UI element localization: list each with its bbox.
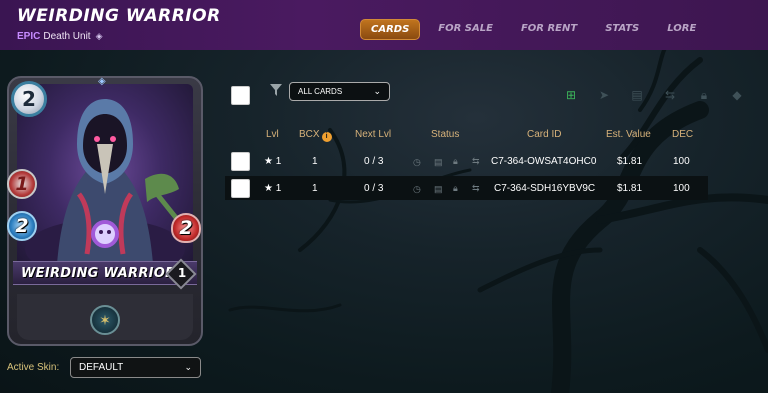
cell-dec: 100: [673, 156, 690, 167]
column-header-bcx-label: BCX: [299, 129, 320, 140]
ability-icon[interactable]: ✶: [90, 305, 120, 335]
column-header-status: Status: [431, 129, 460, 140]
cell-est-value: $1.81: [617, 156, 643, 167]
cell-lvl: ★ 1: [264, 183, 282, 194]
lock-status-icon: 🔒︎: [453, 156, 458, 166]
tab-cards[interactable]: CARDS: [360, 19, 421, 40]
diamond-icon: ◈: [95, 31, 103, 41]
melee-attack-stat: 1: [7, 169, 37, 199]
rarity-label: EPIC: [17, 31, 41, 42]
card-type-label: Death Unit: [43, 31, 91, 42]
health-stat: 2: [171, 213, 201, 243]
row-checkbox[interactable]: [231, 179, 250, 198]
card-image: ◈ 2 1 2 2 WEIRDING WARRIOR 1 ✶: [7, 76, 203, 346]
row-checkbox[interactable]: [231, 152, 250, 171]
column-header-dec: DEC: [672, 129, 694, 140]
chevron-down-icon: ⌄: [373, 86, 381, 96]
card-diamond-icon: ◈: [98, 76, 106, 87]
sell-icon[interactable]: ▤: [630, 88, 644, 102]
table-row[interactable]: ★ 1 1 0 / 3 ◷ ▤ 🔒︎ ⇆ C7-364-OWSAT4OHC0 $…: [225, 150, 708, 174]
cell-lvl: ★ 1: [264, 156, 282, 167]
tab-bar: CARDS FOR SALE FOR RENT STATS LORE: [360, 19, 714, 40]
column-header-est-value: Est. Value: [606, 129, 651, 140]
header-bar: WEIRDING WARRIOR EPIC Death Unit ◈ CARDS…: [0, 0, 768, 50]
add-card-icon[interactable]: ⊞: [564, 88, 578, 102]
column-header-lvl: Lvl: [266, 129, 279, 140]
sale-status-icon: ▤: [434, 157, 443, 167]
lock-icon[interactable]: 🔒︎: [697, 88, 711, 102]
filter-icon: [270, 84, 282, 96]
mana-cost: 2: [11, 81, 47, 117]
page-title: WEIRDING WARRIOR: [17, 6, 221, 26]
warrior-illustration: [25, 99, 185, 272]
table-row[interactable]: ★ 1 1 0 / 3 ◷ ▤ 🔒︎ ⇆ C7-364-SDH16YBV9C $…: [225, 176, 708, 200]
rent-icon[interactable]: ⇆: [663, 88, 677, 102]
column-header-next-lvl: Next Lvl: [355, 129, 392, 140]
cell-est-value: $1.81: [617, 183, 643, 194]
magic-attack-stat: 2: [7, 211, 37, 241]
lock-status-icon: 🔒︎: [453, 183, 458, 193]
skin-select-value: DEFAULT: [79, 362, 124, 373]
chevron-down-icon: ⌄: [184, 362, 192, 372]
cell-card-id[interactable]: C7-364-SDH16YBV9C: [494, 183, 595, 194]
cell-dec: 100: [673, 183, 690, 194]
column-header-card-id: Card ID: [527, 129, 562, 140]
filter-select-value: ALL CARDS: [298, 87, 343, 96]
rent-status-icon: ⇆: [472, 183, 480, 193]
tab-for-rent[interactable]: FOR RENT: [511, 19, 587, 40]
cell-next-lvl: 0 / 3: [364, 183, 384, 194]
skin-select[interactable]: DEFAULT ⌄: [70, 357, 201, 378]
clock-icon: ◷: [413, 157, 421, 167]
column-header-bcx: BCX i: [299, 129, 332, 142]
rent-status-icon: ⇆: [472, 156, 480, 166]
card-artwork: [17, 84, 193, 272]
info-icon[interactable]: i: [321, 131, 332, 142]
filter-select[interactable]: ALL CARDS ⌄: [289, 82, 390, 101]
cell-next-lvl: 0 / 3: [364, 156, 384, 167]
select-all-checkbox[interactable]: [231, 86, 250, 105]
send-icon[interactable]: ➤: [597, 88, 611, 102]
tab-for-sale[interactable]: FOR SALE: [428, 19, 503, 40]
tab-lore[interactable]: LORE: [657, 19, 706, 40]
clock-icon: ◷: [413, 184, 421, 194]
card-name: WEIRDING WARRIOR: [21, 266, 176, 281]
cell-bcx: 1: [312, 183, 318, 194]
sale-status-icon: ▤: [434, 184, 443, 194]
card-level: 1: [177, 266, 187, 280]
active-skin-label: Active Skin:: [7, 362, 60, 373]
cell-bcx: 1: [312, 156, 318, 167]
cell-card-id[interactable]: C7-364-OWSAT4OHC0: [491, 156, 596, 167]
card-subtitle: EPIC Death Unit ◈: [17, 31, 103, 42]
burn-icon[interactable]: ◆: [730, 88, 744, 102]
tab-stats[interactable]: STATS: [595, 19, 649, 40]
